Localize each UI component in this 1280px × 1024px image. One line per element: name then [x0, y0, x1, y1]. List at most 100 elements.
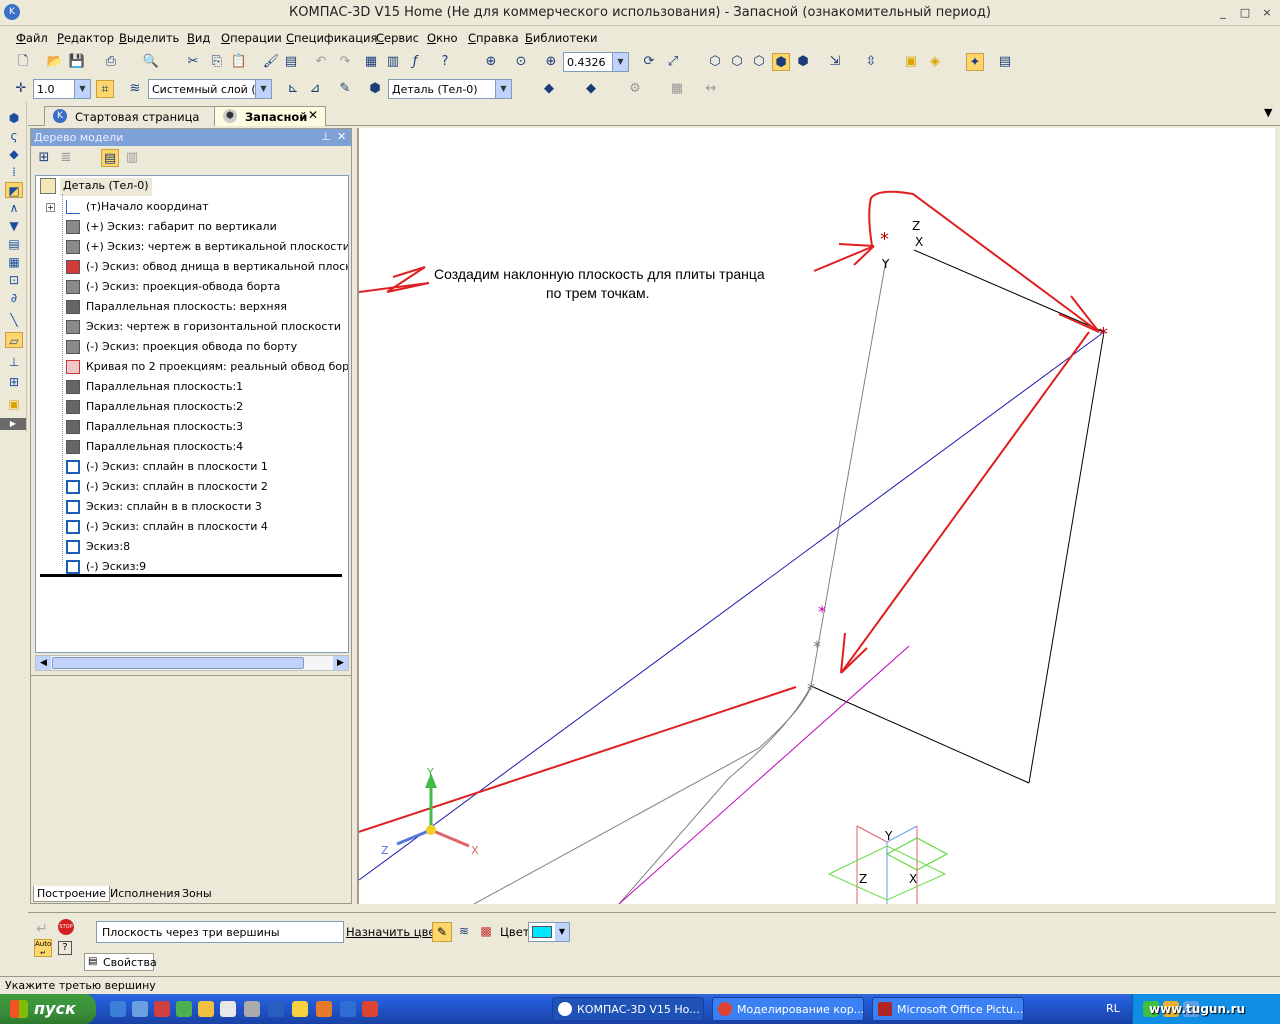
shaded-icon[interactable]: ⬢ — [772, 53, 790, 71]
part-combo[interactable]: Деталь (Тел-0) ▼ — [388, 79, 512, 99]
language-indicator[interactable]: RL — [1106, 1002, 1120, 1015]
menu-edit[interactable]: Редактор — [57, 31, 114, 45]
help-pointer-icon[interactable]: ? — [436, 53, 454, 71]
kompas-icon[interactable] — [340, 1001, 356, 1017]
step-combo[interactable]: 1.0 ▼ — [33, 79, 91, 99]
cs-icon[interactable]: ⊞ — [5, 374, 23, 390]
vertex-marker-magenta[interactable]: * — [818, 602, 826, 621]
variables-icon[interactable]: ▥ — [384, 53, 402, 71]
chrome-icon[interactable] — [362, 1001, 378, 1017]
section-icon[interactable]: ⇳ — [862, 53, 880, 71]
tree-node[interactable]: Параллельная плоскость: верхняя — [66, 298, 287, 316]
tree-structure-icon[interactable]: ⊞ — [35, 149, 53, 167]
minimize-button[interactable]: _ — [1216, 6, 1230, 20]
stop-icon[interactable]: STOP — [58, 919, 74, 935]
menu-libraries[interactable]: Библиотеки — [525, 31, 598, 45]
tab-start-page[interactable]: K Стартовая страница — [44, 106, 216, 126]
tree-node[interactable]: Эскиз: сплайн в в плоскости 3 — [66, 498, 262, 516]
quicklaunch-icon[interactable] — [268, 1001, 284, 1017]
local-cs-icon[interactable]: ⊾ — [284, 80, 302, 98]
color-by-source-icon[interactable]: ✎ — [432, 922, 452, 942]
specification-icon[interactable]: ▤ — [5, 236, 23, 252]
scroll-thumb[interactable] — [52, 657, 304, 669]
quicklaunch-icon[interactable] — [176, 1001, 192, 1017]
aux-geometry-icon[interactable]: ◩ — [5, 182, 23, 198]
tree-node[interactable]: (-) Эскиз: обвод днища в вертикальной пл… — [66, 258, 348, 276]
zoom-window-icon[interactable]: ⊕ — [482, 53, 500, 71]
layer-icon[interactable]: ≋ — [126, 80, 144, 98]
tab-versions[interactable]: Исполнения — [107, 886, 183, 901]
function-icon[interactable]: ƒ — [406, 53, 424, 71]
perspective-icon[interactable]: ⇲ — [826, 53, 844, 71]
snap-grid-icon[interactable]: ⌗ — [96, 80, 114, 98]
model-viewport[interactable]: * * * * * Z X Y Создадим наклонную плоск… — [68, 128, 1275, 929]
spatial-curves-icon[interactable]: ς — [5, 128, 23, 144]
menu-help[interactable]: Справка — [468, 31, 519, 45]
quicklaunch-icon[interactable] — [244, 1001, 260, 1017]
tree-node[interactable]: Параллельная плоскость:3 — [66, 418, 243, 436]
control-point-icon[interactable]: ▣ — [5, 396, 23, 412]
cut-icon[interactable]: ✂ — [184, 53, 202, 71]
quicklaunch-icon[interactable] — [198, 1001, 214, 1017]
task-chrome[interactable]: Моделирование кор... — [712, 997, 864, 1021]
axis-icon[interactable]: ⊥ — [5, 354, 23, 370]
tab-build[interactable]: Построение — [33, 886, 111, 902]
menu-service[interactable]: Сервис — [376, 31, 419, 45]
part-icon[interactable]: ⬢ — [366, 80, 384, 98]
arrays-icon[interactable]: ⁞ — [5, 164, 23, 180]
edit-part-icon[interactable]: ⬢ — [5, 110, 23, 126]
menu-file[interactable]: Файл — [16, 31, 48, 45]
quicklaunch-icon[interactable] — [220, 1001, 236, 1017]
start-button[interactable]: пуск — [0, 994, 96, 1024]
line-icon[interactable]: ╲ — [5, 312, 23, 328]
tree-node[interactable]: Параллельная плоскость:4 — [66, 438, 243, 456]
tree-node[interactable]: Эскиз:8 — [66, 538, 130, 556]
menu-select[interactable]: Выделить — [119, 31, 179, 45]
tree-filter-icon[interactable]: ≣ — [57, 149, 75, 167]
close-button[interactable]: × — [1260, 6, 1274, 20]
dimensions-icon[interactable]: ∧ — [5, 200, 23, 216]
tab-zones[interactable]: Зоны — [179, 886, 215, 901]
operation-field[interactable]: Плоскость через три вершины — [96, 921, 344, 943]
menu-view[interactable]: Вид — [187, 31, 210, 45]
properties-icon[interactable]: ▤ — [282, 53, 300, 71]
tree-node[interactable]: Эскиз: чертеж в горизонтальной плоскости — [66, 318, 341, 336]
pin-icon[interactable]: ⊥ — [321, 130, 331, 143]
color-icon[interactable]: ◆ — [540, 80, 558, 98]
preview-icon[interactable]: 🔍 — [142, 53, 160, 71]
wireframe-icon[interactable]: ⬡ — [706, 53, 724, 71]
open-file-icon[interactable]: 📂 — [46, 53, 64, 71]
zoom-all-icon[interactable]: ⊙ — [512, 53, 530, 71]
material-icon[interactable]: ◆ — [582, 80, 600, 98]
task-kompas[interactable]: КОМПАС-3D V15 Ho... — [552, 997, 704, 1021]
save-icon[interactable]: 💾 — [68, 53, 86, 71]
zoom-combo[interactable]: 0.4326 ▼ — [563, 52, 629, 72]
filter-icon[interactable]: ▣ — [902, 53, 920, 71]
thin-lines-icon[interactable]: ⬡ — [750, 53, 768, 71]
sketch-icon[interactable]: ✎ — [336, 80, 354, 98]
firefox-icon[interactable] — [154, 1001, 170, 1017]
tree-node[interactable]: (+) Эскиз: габарит по вертикали — [66, 218, 277, 236]
shaded-edges-icon[interactable]: ⬢ — [794, 53, 812, 71]
print-icon[interactable]: ⎙ — [102, 53, 120, 71]
color-by-layer-icon[interactable]: ≋ — [454, 922, 474, 942]
sheet-metal-icon[interactable]: ∂ — [5, 290, 23, 306]
enter-arrow-icon[interactable]: ↵ — [36, 921, 48, 937]
copy-icon[interactable]: ⎘ — [208, 53, 226, 71]
properties-tab[interactable]: ▤ Свойства — [84, 953, 157, 971]
plane-3points-icon[interactable]: ▱ — [5, 332, 23, 348]
maximize-button[interactable]: □ — [1238, 6, 1252, 20]
quicklaunch-icon[interactable] — [316, 1001, 332, 1017]
tree-root[interactable]: Деталь (Тел-0) — [60, 178, 152, 196]
scroll-left-icon[interactable]: ◀ — [36, 656, 51, 670]
color-palette-icon[interactable]: ▩ — [476, 922, 496, 942]
quicklaunch-icon[interactable] — [292, 1001, 308, 1017]
vertex-marker-gray[interactable]: * — [813, 637, 821, 656]
help-icon[interactable]: ? — [58, 941, 72, 955]
task-office-picture[interactable]: Microsoft Office Pictu... — [872, 997, 1024, 1021]
scroll-right-icon[interactable]: ▶ — [333, 656, 348, 670]
tree-node[interactable]: Параллельная плоскость:1 — [66, 378, 243, 396]
elements-icon[interactable]: ⊡ — [5, 272, 23, 288]
vertex-marker-3[interactable]: * — [807, 679, 815, 698]
tabs-menu-icon[interactable]: ▼ — [1264, 106, 1272, 119]
